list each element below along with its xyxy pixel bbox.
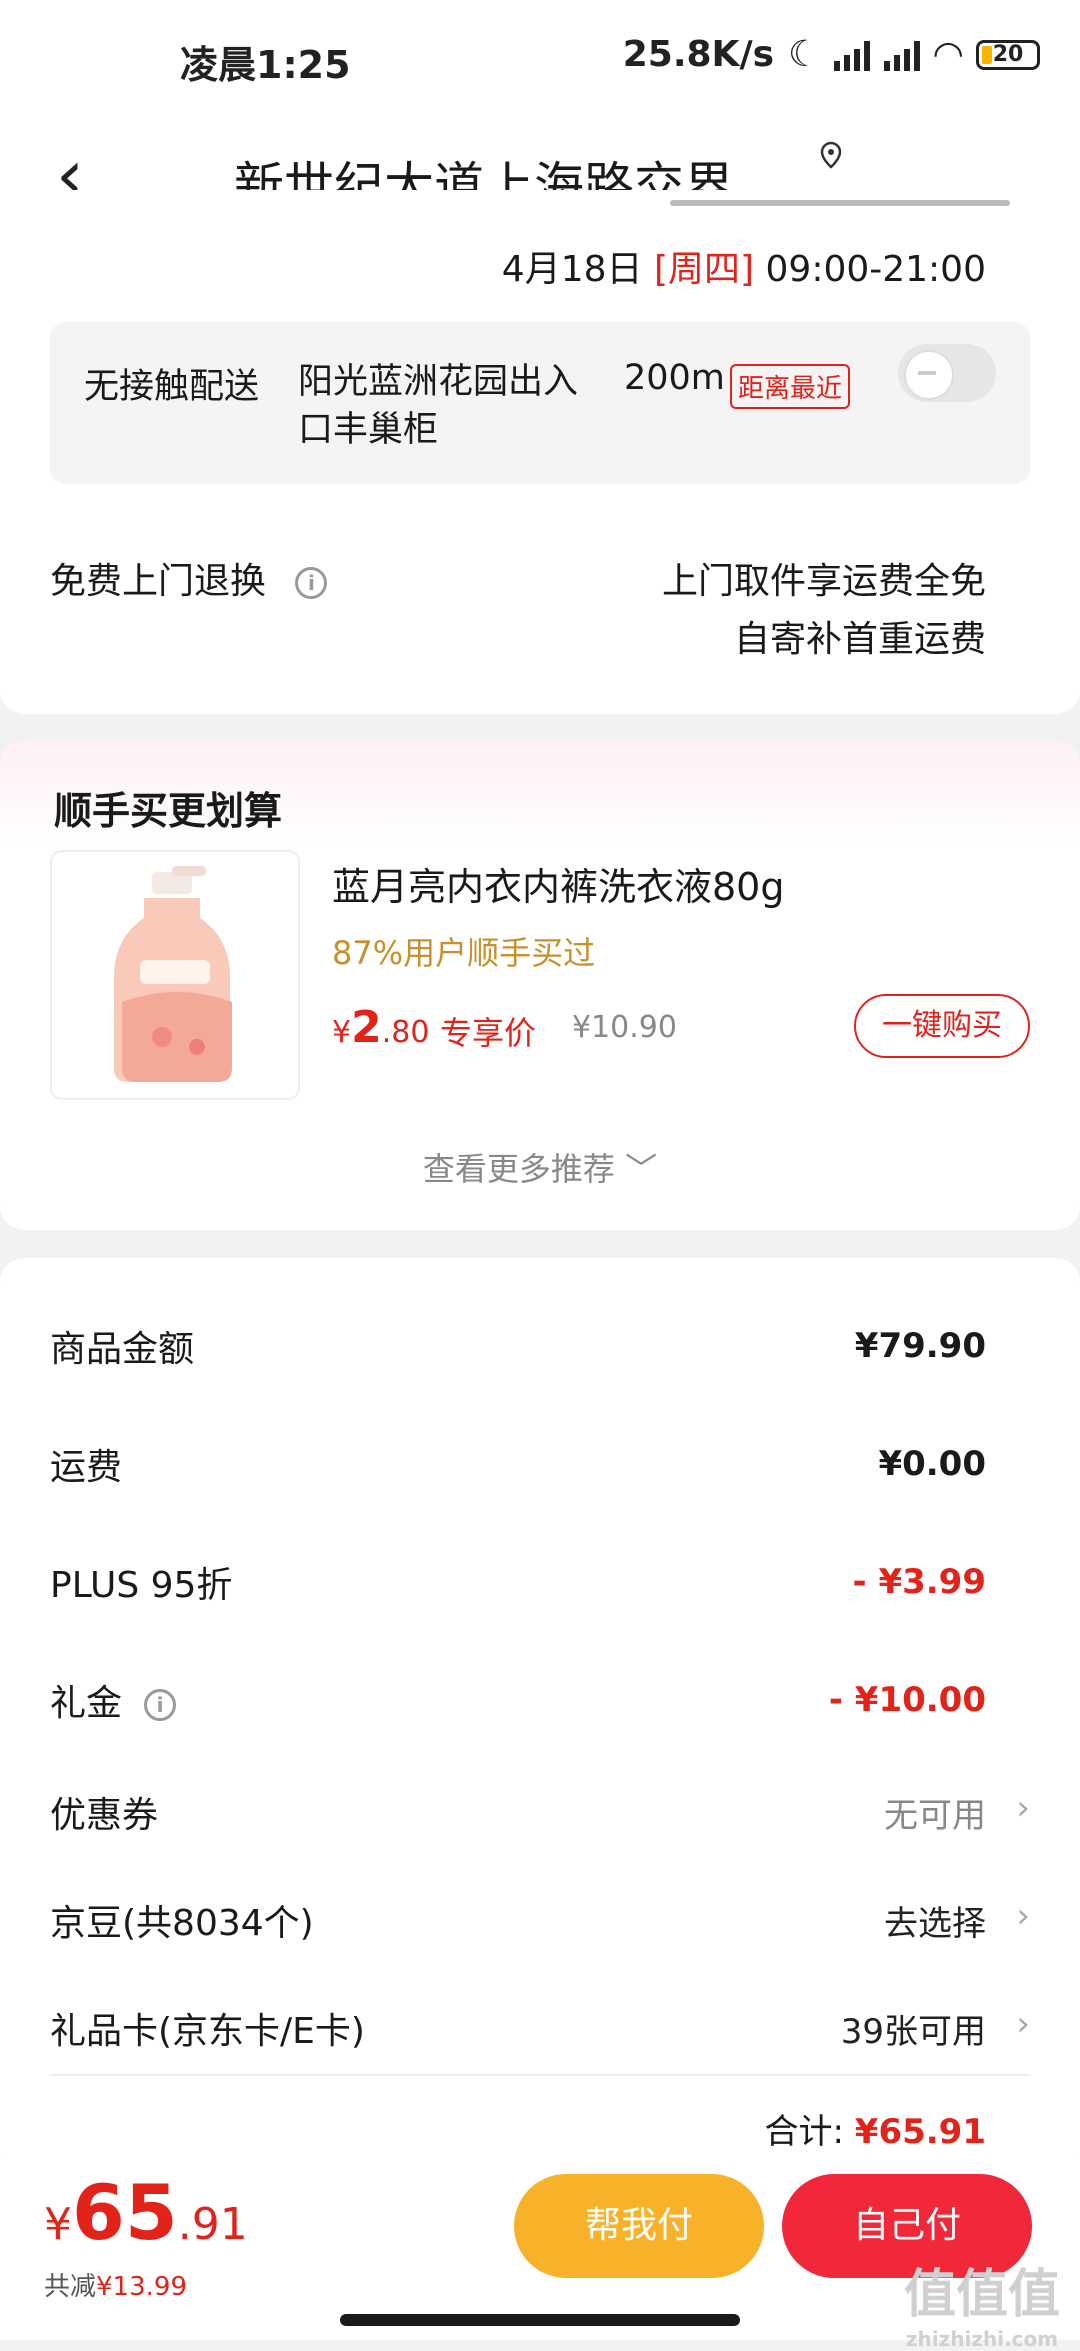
shipping-label: 运费 — [50, 1447, 123, 1488]
wifi-icon: ◠ — [934, 34, 962, 75]
contactless-delivery-box: 无接触配送 阳光蓝洲花园出入口丰巢柜 200m 距离最近 — [50, 322, 1030, 484]
product-buy-percentage: 87%用户顺手买过 — [332, 934, 596, 972]
signal-icon-2 — [884, 39, 921, 71]
status-time: 凌晨1:25 — [180, 43, 351, 87]
goods-amount-label: 商品金额 — [50, 1329, 195, 1370]
locker-distance: 200m — [624, 358, 725, 398]
gift-money-value: - ¥10.00 — [828, 1680, 986, 1720]
price-decimal: .80 — [381, 1015, 430, 1050]
gift-card-label: 礼品卡(京东卡/E卡) — [50, 2011, 365, 2052]
help-me-pay-button[interactable]: 帮我付 — [514, 2174, 764, 2278]
status-bar: 凌晨1:25 25.8K/s ☾ ◠ 20 — [0, 0, 1080, 120]
total-saved: 共减¥13.99 — [44, 2266, 187, 2303]
moon-icon: ☾ — [788, 34, 821, 75]
info-icon[interactable]: i — [295, 567, 328, 599]
return-self-ship-text: 自寄补首重运费 — [733, 619, 986, 660]
pay-symbol: ¥ — [44, 2199, 72, 2250]
delivery-day: 4月18日 — [501, 249, 654, 290]
delivery-time: 09:00-21:00 — [754, 249, 987, 290]
product-name[interactable]: 蓝月亮内衣内裤洗衣液80g — [332, 856, 784, 911]
contactless-toggle[interactable] — [898, 344, 996, 402]
watermark-url: zhizhizhi.com — [905, 2327, 1059, 2351]
original-price: ¥10.90 — [572, 1010, 677, 1045]
jd-beans-value[interactable]: 去选择 — [884, 1896, 986, 1945]
delivery-weekday: [周四] — [653, 249, 755, 290]
chevron-right-icon[interactable]: › — [1016, 1896, 1030, 1936]
divider — [50, 2074, 1030, 2076]
network-speed: 25.8K/s — [622, 34, 775, 75]
nearest-badge: 距离最近 — [730, 364, 851, 409]
total-label: 合计: — [764, 2112, 844, 2152]
product-price: ¥2.80 — [332, 1002, 429, 1053]
pay-decimal: .91 — [177, 2199, 248, 2250]
coupon-value[interactable]: 无可用 — [884, 1788, 986, 1837]
free-return-text: 免费上门退换 — [50, 561, 267, 602]
battery-icon: 20 — [976, 39, 1040, 70]
jd-beans-label: 京豆(共8034个) — [50, 1903, 314, 1944]
status-right: 25.8K/s ☾ ◠ 20 — [623, 34, 1040, 75]
gift-card-value[interactable]: 39张可用 — [841, 2004, 986, 2053]
chevron-right-icon[interactable]: › — [1016, 2004, 1030, 2044]
detergent-bottle-image — [114, 866, 232, 1082]
cut-off-text — [670, 200, 1010, 206]
location-pin-icon[interactable] — [816, 140, 846, 170]
gift-money-text: 礼金 — [50, 1683, 123, 1724]
pay-integer: 65 — [72, 2168, 178, 2257]
price-symbol: ¥ — [332, 1015, 352, 1050]
gift-money-label: 礼金 i — [50, 1674, 177, 1726]
return-pickup-text: 上门取件享运费全免 — [661, 561, 986, 602]
contactless-label: 无接触配送 — [84, 367, 260, 407]
total-value: ¥65.91 — [854, 2112, 986, 2152]
home-indicator[interactable] — [340, 2314, 740, 2326]
saved-label: 共减 — [44, 2272, 97, 2302]
see-more-recommendations[interactable]: 查看更多推荐 ﹀ — [0, 1144, 1080, 1190]
goods-amount-value: ¥79.90 — [854, 1326, 986, 1366]
free-return-label: 免费上门退换 i — [50, 552, 328, 604]
recommend-title: 顺手买更划算 — [54, 789, 283, 833]
price-integer: 2 — [351, 1002, 382, 1053]
delivery-date[interactable]: 4月18日 [周四] 09:00-21:00 — [502, 240, 986, 292]
one-click-buy-button[interactable]: 一键购买 — [854, 994, 1030, 1058]
plus-discount-value: - ¥3.99 — [852, 1562, 987, 1602]
coupon-label: 优惠券 — [50, 1795, 159, 1836]
plus-discount-label: PLUS 95折 — [50, 1565, 233, 1606]
shipping-value: ¥0.00 — [878, 1444, 986, 1484]
product-image[interactable] — [50, 850, 300, 1100]
signal-icon — [834, 39, 871, 71]
special-price-label: 专享价 — [440, 1014, 537, 1052]
locker-name: 阳光蓝洲花园出入口丰巢柜 — [298, 362, 579, 450]
chevron-right-icon[interactable]: › — [1016, 1788, 1030, 1828]
info-icon[interactable]: i — [144, 1689, 177, 1721]
battery-level: 20 — [992, 41, 1024, 67]
order-total: 合计: ¥65.91 — [765, 2104, 986, 2153]
watermark-text: 值值值 — [903, 2265, 1060, 2325]
watermark-logo: 值值值 zhizhizhi.com — [904, 2252, 1060, 2351]
saved-value: ¥13.99 — [96, 2272, 187, 2302]
pay-amount: ¥65.91 — [44, 2168, 248, 2257]
